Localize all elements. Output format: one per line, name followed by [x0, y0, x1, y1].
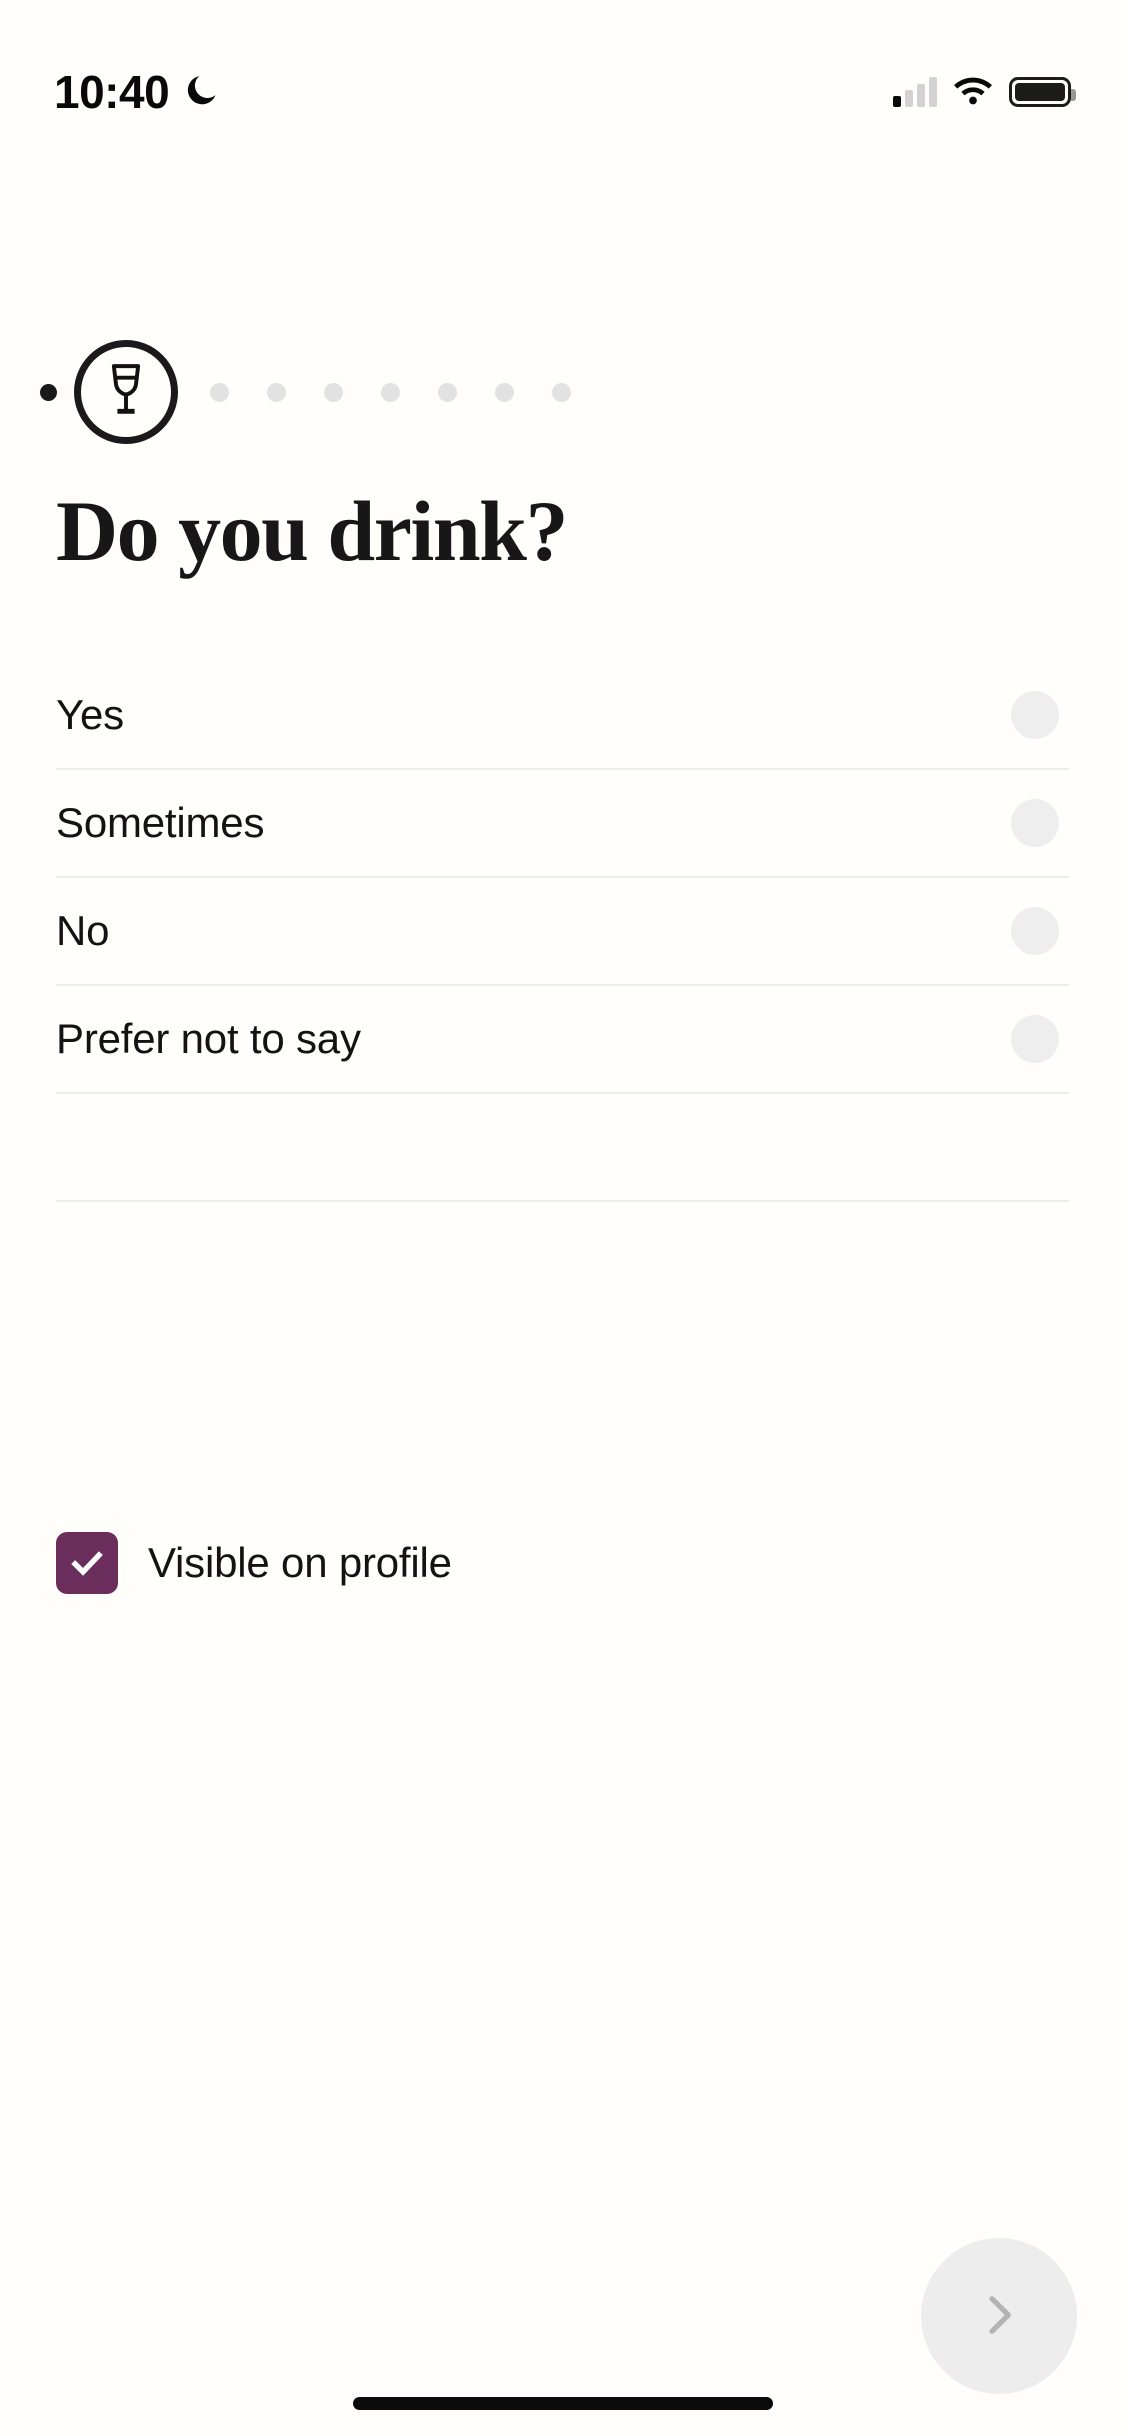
chevron-right-icon [971, 2287, 1027, 2346]
option-label: Prefer not to say [56, 1015, 361, 1062]
progress-dot [438, 382, 457, 402]
visible-on-profile-label: Visible on profile [148, 1539, 452, 1586]
radio-unselected-icon[interactable] [1011, 799, 1059, 847]
status-bar-right [893, 75, 1076, 110]
progress-dot-completed [40, 383, 57, 401]
option-label: Sometimes [56, 799, 265, 846]
status-bar: 10:40 [0, 0, 1125, 140]
wine-glass-icon [100, 362, 152, 423]
progress-dot [267, 382, 286, 402]
wifi-icon [953, 75, 993, 110]
visible-on-profile-checkbox[interactable] [56, 1532, 118, 1594]
onboarding-question-screen: 10:40 Do you drink? Yes Sometimes No Pre… [0, 0, 1125, 2436]
radio-unselected-icon[interactable] [1011, 691, 1059, 739]
progress-dot [552, 382, 571, 402]
radio-unselected-icon[interactable] [1011, 1015, 1059, 1063]
option-row-sometimes[interactable]: Sometimes [56, 770, 1069, 878]
radio-unselected-icon[interactable] [1011, 907, 1059, 955]
option-row-yes[interactable]: Yes [56, 662, 1069, 770]
page-title: Do you drink? [56, 483, 569, 579]
moon-icon [183, 71, 221, 114]
status-bar-clock: 10:40 [54, 66, 170, 118]
option-row-no[interactable]: No [56, 878, 1069, 986]
checkmark-icon [71, 1551, 103, 1576]
battery-full-icon [1009, 77, 1076, 107]
visible-on-profile-toggle[interactable]: Visible on profile [56, 1532, 452, 1594]
option-label: Yes [56, 691, 124, 738]
current-step-indicator [74, 340, 178, 444]
status-bar-left: 10:40 [54, 69, 221, 115]
option-row-prefer-not-to-say[interactable]: Prefer not to say [56, 986, 1069, 1094]
answer-options-list: Yes Sometimes No Prefer not to say [56, 662, 1069, 1202]
cellular-signal-icon [893, 77, 937, 107]
progress-dot [324, 382, 343, 402]
progress-dot [495, 382, 514, 402]
progress-dots-remaining [210, 382, 609, 402]
progress-dot [210, 382, 229, 402]
home-indicator[interactable] [352, 2397, 773, 2410]
next-button[interactable] [921, 2238, 1077, 2394]
list-trailing-divider [56, 1094, 1069, 1202]
progress-dot [381, 382, 400, 402]
onboarding-progress-stepper [0, 340, 1125, 444]
option-label: No [56, 907, 110, 954]
